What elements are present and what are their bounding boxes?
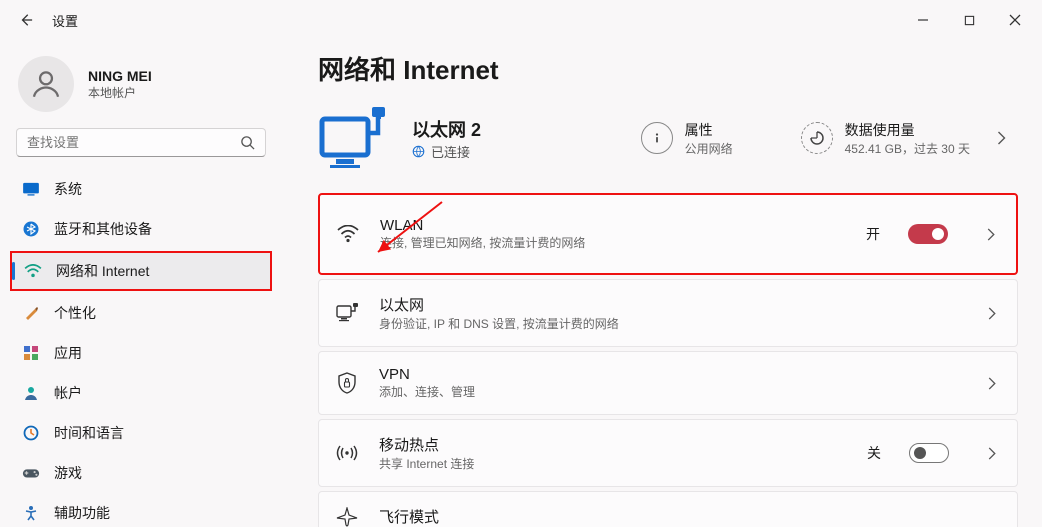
wlan-switch-label: 开 (866, 224, 880, 244)
sidebar: NING MEI 本地帐户 系统 蓝牙和其他设备 网络和 Internet (0, 40, 282, 527)
close-icon (1009, 14, 1021, 26)
main-content: 网络和 Internet 以太网 2 已连接 属性 公用网络 (282, 40, 1042, 527)
bluetooth-icon (22, 220, 40, 238)
chevron-right-icon[interactable] (981, 377, 1003, 390)
sidebar-item-label: 帐户 (54, 383, 82, 403)
card-title: VPN (379, 366, 475, 383)
sidebar-item-label: 系统 (54, 179, 82, 199)
card-hotspot[interactable]: 移动热点 共享 Internet 连接 关 (318, 419, 1018, 487)
avatar (18, 56, 74, 112)
card-title: WLAN (380, 217, 585, 234)
back-arrow-icon (19, 13, 33, 27)
nav: 系统 蓝牙和其他设备 网络和 Internet 个性化 应用 帐户 (10, 171, 272, 527)
card-sub: 共享 Internet 连接 (379, 455, 474, 472)
data-usage-block[interactable]: 数据使用量 452.41 GB，过去 30 天 (801, 120, 970, 157)
sidebar-item-network[interactable]: 网络和 Internet (10, 251, 272, 291)
person-icon (29, 67, 63, 101)
hotspot-toggle[interactable] (909, 443, 949, 463)
properties-sub: 公用网络 (685, 140, 733, 157)
sidebar-item-label: 游戏 (54, 463, 82, 483)
ethernet-big-icon (318, 107, 392, 169)
card-sub: 连接, 管理已知网络, 按流量计费的网络 (380, 234, 585, 251)
user-block[interactable]: NING MEI 本地帐户 (10, 48, 272, 128)
card-ethernet[interactable]: 以太网 身份验证, IP 和 DNS 设置, 按流量计费的网络 (318, 279, 1018, 347)
card-title: 移动热点 (379, 434, 474, 455)
card-wlan[interactable]: WLAN 连接, 管理已知网络, 按流量计费的网络 开 (318, 193, 1018, 275)
sidebar-item-time-language[interactable]: 时间和语言 (10, 415, 272, 451)
sidebar-item-system[interactable]: 系统 (10, 171, 272, 207)
chevron-right-icon[interactable] (981, 307, 1003, 320)
properties-block[interactable]: 属性 公用网络 (641, 120, 733, 157)
close-button[interactable] (992, 4, 1038, 36)
globe-icon (412, 145, 425, 158)
airplane-icon (333, 507, 361, 527)
connection-status: 已连接 (431, 142, 470, 161)
card-title: 以太网 (379, 294, 619, 315)
sidebar-item-accessibility[interactable]: 辅助功能 (10, 495, 272, 527)
chevron-right-icon[interactable] (980, 228, 1002, 241)
brush-icon (22, 304, 40, 322)
apps-icon (22, 344, 40, 362)
chevron-right-icon[interactable] (990, 131, 1012, 145)
settings-cards: WLAN 连接, 管理已知网络, 按流量计费的网络 开 以太网 身份验证, IP… (318, 193, 1018, 527)
search-input[interactable] (27, 135, 240, 150)
search-box[interactable] (16, 128, 266, 157)
sidebar-item-apps[interactable]: 应用 (10, 335, 272, 371)
accounts-icon (22, 384, 40, 402)
maximize-icon (964, 15, 975, 26)
sidebar-item-label: 个性化 (54, 303, 96, 323)
page-title: 网络和 Internet (318, 50, 1018, 87)
card-title: 飞行模式 (379, 506, 439, 527)
shield-icon (333, 372, 361, 394)
sidebar-item-label: 网络和 Internet (56, 261, 149, 281)
sidebar-item-accounts[interactable]: 帐户 (10, 375, 272, 411)
sidebar-item-personalization[interactable]: 个性化 (10, 295, 272, 331)
sidebar-item-label: 蓝牙和其他设备 (54, 219, 152, 239)
sidebar-item-bluetooth[interactable]: 蓝牙和其他设备 (10, 211, 272, 247)
clock-icon (22, 424, 40, 442)
connection-name: 以太网 2 (412, 116, 481, 142)
user-name: NING MEI (88, 68, 152, 84)
properties-title: 属性 (685, 120, 733, 140)
minimize-icon (917, 14, 929, 26)
minimize-button[interactable] (900, 4, 946, 36)
user-sub: 本地帐户 (88, 84, 152, 101)
data-usage-sub: 452.41 GB，过去 30 天 (845, 140, 970, 157)
status-text: 以太网 2 已连接 (412, 116, 481, 161)
data-usage-title: 数据使用量 (845, 120, 970, 140)
titlebar: 设置 (0, 0, 1042, 40)
sidebar-item-label: 应用 (54, 343, 82, 363)
sidebar-item-label: 时间和语言 (54, 423, 124, 443)
search-icon (240, 135, 255, 150)
card-vpn[interactable]: VPN 添加、连接、管理 (318, 351, 1018, 415)
card-sub: 身份验证, IP 和 DNS 设置, 按流量计费的网络 (379, 315, 619, 332)
data-usage-icon (801, 122, 833, 154)
sidebar-item-label: 辅助功能 (54, 503, 110, 523)
system-icon (22, 180, 40, 198)
chevron-right-icon[interactable] (981, 447, 1003, 460)
accessibility-icon (22, 504, 40, 522)
gaming-icon (22, 464, 40, 482)
wlan-toggle[interactable] (908, 224, 948, 244)
hotspot-switch-label: 关 (867, 443, 881, 463)
window-title: 设置 (52, 11, 78, 30)
ethernet-icon (333, 303, 361, 323)
maximize-button[interactable] (946, 4, 992, 36)
status-row: 以太网 2 已连接 属性 公用网络 数据使用量 452.41 GB， (318, 107, 1018, 169)
back-button[interactable] (12, 6, 40, 34)
card-sub: 添加、连接、管理 (379, 383, 475, 400)
wifi-icon (24, 262, 42, 280)
card-airplane[interactable]: 飞行模式 (318, 491, 1018, 527)
wifi-icon (334, 225, 362, 243)
info-icon (641, 122, 673, 154)
hotspot-icon (333, 443, 361, 463)
sidebar-item-gaming[interactable]: 游戏 (10, 455, 272, 491)
